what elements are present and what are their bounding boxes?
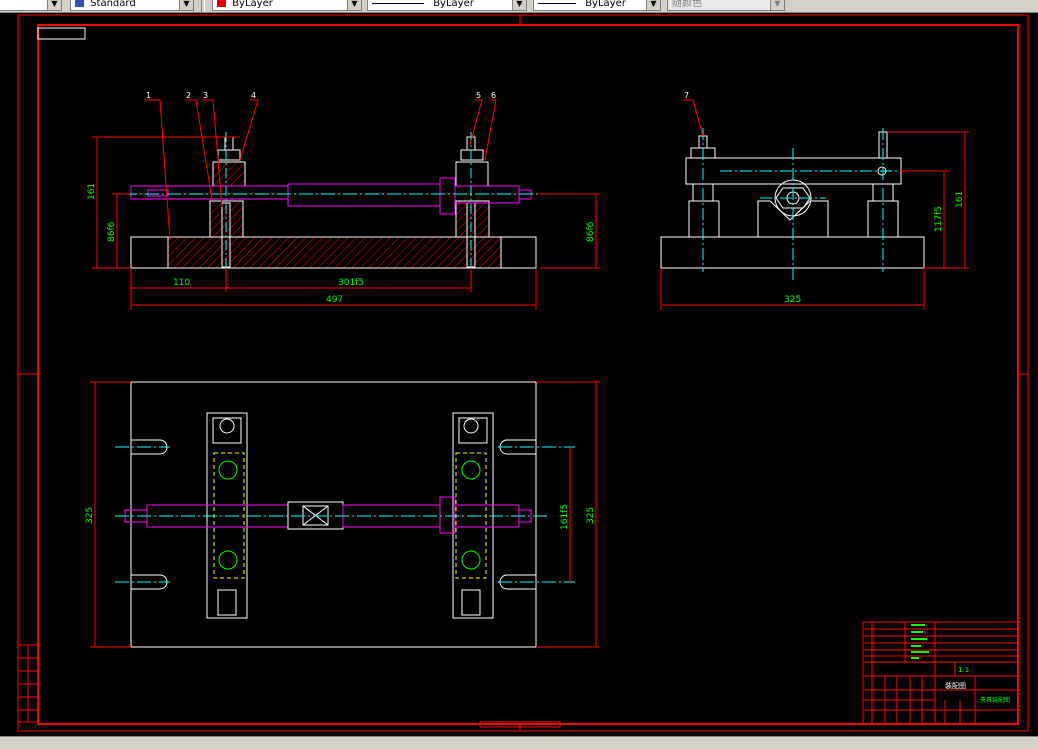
title-scale: 1:1: [958, 666, 969, 674]
right-clamp-block: [455, 161, 489, 187]
outer-border: [17, 14, 1029, 732]
left-top-nut: [219, 418, 235, 434]
top-view: 325 325 161f5: [85, 381, 600, 648]
revision-table: [17, 644, 39, 723]
balloon-label: 7: [684, 91, 689, 100]
title-block: [862, 621, 1019, 725]
title-part-name: 装配图: [945, 681, 966, 690]
dim-side-height: 161: [955, 191, 965, 208]
right-nut: [460, 149, 484, 161]
left-lower-hole: [218, 550, 238, 570]
linetype-dropdown[interactable]: ByLayer ▼: [367, 0, 527, 11]
right-top-nut: [463, 418, 479, 434]
corner-tag: [37, 27, 86, 40]
drawing-canvas[interactable]: 1 2 3 4 5 6 161 86f6 86f6 110 301f5 497 …: [0, 12, 1038, 736]
chevron-down-icon[interactable]: ▼: [179, 0, 193, 10]
color-swatch-icon: [217, 0, 226, 7]
layer-dropdown[interactable]: ▼: [0, 0, 62, 11]
side-left-column: [688, 200, 720, 238]
left-upper-hole: [218, 460, 238, 480]
chevron-down-icon[interactable]: ▼: [347, 0, 361, 10]
chevron-down-icon[interactable]: ▼: [770, 0, 784, 10]
chevron-down-icon[interactable]: ▼: [646, 0, 660, 10]
lineweight-sample-icon: [538, 2, 576, 4]
dim-left-offset: 110: [173, 278, 190, 288]
dim-shaft-height: 117f5: [934, 206, 944, 232]
dim-center-distance: 301f5: [338, 278, 364, 288]
dim-top-right-width: 325: [586, 507, 596, 524]
plot-style-dropdown[interactable]: 随颜色 ▼: [667, 0, 785, 11]
status-bar: [0, 736, 1038, 749]
dim-side-width: 325: [784, 295, 801, 305]
dim-top-left-width: 325: [85, 507, 95, 524]
front-view: 1 2 3 4 5 6 161 86f6 86f6 110 301f5 497: [87, 91, 600, 310]
chevron-down-icon[interactable]: ▼: [512, 0, 526, 10]
left-clamp-block: [212, 161, 246, 187]
right-upper-hole: [461, 460, 481, 480]
chevron-down-icon[interactable]: ▼: [47, 0, 61, 10]
right-support-block: [455, 200, 490, 238]
dim-overall-length: 497: [326, 295, 343, 305]
color-dropdown[interactable]: ByLayer ▼: [212, 0, 362, 11]
inner-border: [37, 24, 1019, 725]
left-pad: [130, 236, 169, 269]
toolbar-separator: [201, 0, 205, 12]
dim-overall-height: 161: [87, 183, 97, 200]
balloon-label: 6: [491, 91, 496, 100]
text-style-icon: [75, 0, 84, 7]
balloon-label: 1: [146, 91, 151, 100]
dim-right-height: 86f6: [586, 221, 596, 242]
title-drawing-label: 夹具装配图: [980, 696, 1010, 704]
balloon-label: 4: [251, 91, 256, 100]
right-lower-hole: [461, 550, 481, 570]
side-view: 7 117f5 161 325: [660, 91, 970, 310]
right-pad: [500, 236, 537, 269]
top-shaft: [124, 496, 532, 534]
base-section-hatch: [167, 236, 502, 269]
linetype-sample-icon: [372, 2, 424, 4]
dim-hole-spacing: 161f5: [560, 504, 570, 530]
top-base: [130, 381, 537, 648]
lineweight-dropdown[interactable]: ByLayer ▼: [533, 0, 661, 11]
text-style-dropdown[interactable]: Standard ▼: [70, 0, 194, 11]
left-nut: [217, 149, 241, 161]
balloon-label: 3: [203, 91, 208, 100]
balloon-label: 5: [476, 91, 481, 100]
dim-left-height: 86f6: [107, 221, 117, 242]
balloon-label: 2: [186, 91, 191, 100]
